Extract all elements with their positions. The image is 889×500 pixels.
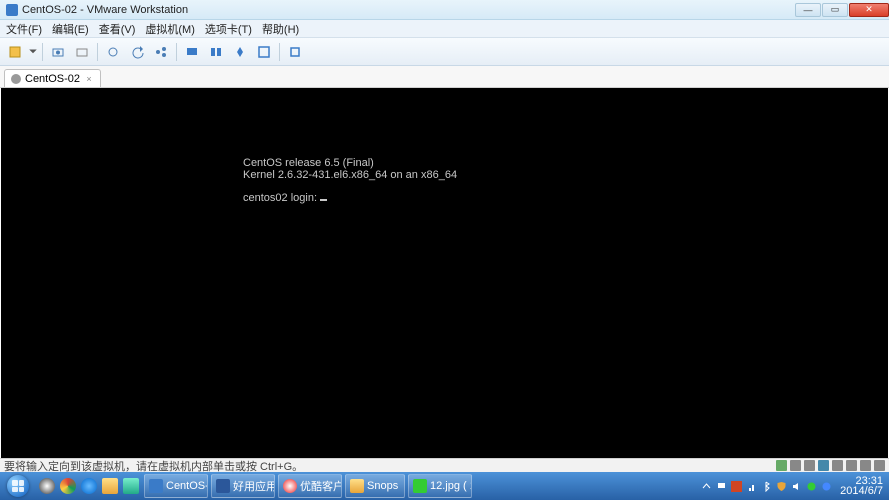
cd-icon[interactable] [790, 460, 801, 471]
task-youku[interactable]: 优酷客户端 [278, 474, 342, 498]
hdd-icon[interactable] [776, 460, 787, 471]
menu-help[interactable]: 帮助(H) [262, 21, 299, 37]
tray-ppt-icon[interactable] [731, 481, 742, 492]
menu-edit[interactable]: 编辑(E) [52, 21, 89, 37]
tray-up-icon[interactable] [701, 481, 712, 492]
pinned-desktop[interactable] [121, 475, 141, 497]
vm-tab[interactable]: CentOS-02 × [4, 69, 101, 87]
tray-bluetooth-icon[interactable] [761, 481, 772, 492]
separator [279, 43, 280, 61]
separator [176, 43, 177, 61]
power-dropdown[interactable] [28, 42, 38, 62]
fullscreen-button[interactable] [253, 42, 275, 62]
tray-network-icon[interactable] [746, 481, 757, 492]
status-bar: 要将输入定向到该虚拟机，请在虚拟机内部单击或按 Ctrl+G。 [0, 458, 889, 472]
tray-sound-icon[interactable] [791, 481, 802, 492]
vm-tab-icon [11, 74, 21, 84]
start-button[interactable] [0, 472, 36, 500]
task-word[interactable]: 好用应用系统部... [211, 474, 275, 498]
separator [97, 43, 98, 61]
menu-view[interactable]: 查看(V) [99, 21, 136, 37]
task-image[interactable]: 12.jpg ( 1600×9... [408, 474, 472, 498]
pinned-ie[interactable] [79, 475, 99, 497]
usb-icon[interactable] [832, 460, 843, 471]
tray-misc-icon[interactable] [821, 481, 832, 492]
system-tray: 23:31 2014/6/7 [701, 476, 889, 496]
pinned-chrome[interactable] [58, 475, 78, 497]
close-button[interactable]: ✕ [849, 3, 889, 17]
floppy-icon[interactable] [804, 460, 815, 471]
window-title: CentOS-02 - VMware Workstation [22, 4, 188, 16]
minimize-button[interactable]: — [795, 3, 821, 17]
power-on-button[interactable] [4, 42, 26, 62]
vm-console[interactable]: CentOS release 6.5 (Final) Kernel 2.6.32… [1, 88, 888, 462]
tray-flag-icon[interactable] [716, 481, 727, 492]
menu-file[interactable]: 文件(F) [6, 21, 42, 37]
unity-button[interactable] [229, 42, 251, 62]
separator [42, 43, 43, 61]
tray-safe-icon[interactable] [806, 481, 817, 492]
taskbar-clock[interactable]: 23:31 2014/6/7 [840, 476, 883, 496]
pinned-qq[interactable] [37, 475, 57, 497]
snapshot-manager-button[interactable] [150, 42, 172, 62]
window-titlebar: CentOS-02 - VMware Workstation — ▭ ✕ [0, 0, 889, 20]
pinned-explorer[interactable] [100, 475, 120, 497]
snapshot-button[interactable] [47, 42, 69, 62]
show-console-button[interactable] [181, 42, 203, 62]
revert-button[interactable] [71, 42, 93, 62]
clock-date: 2014/6/7 [840, 486, 883, 496]
menu-vm[interactable]: 虚拟机(M) [145, 21, 195, 37]
tab-strip: CentOS-02 × [0, 66, 889, 88]
message-icon[interactable] [874, 460, 885, 471]
cursor [320, 199, 327, 201]
menu-tabs[interactable]: 选项卡(T) [205, 21, 252, 37]
vm-tab-label: CentOS-02 [25, 73, 80, 85]
stretch-button[interactable] [284, 42, 306, 62]
task-vmware[interactable]: CentOS-02 - VM... [144, 474, 208, 498]
windows-taskbar: CentOS-02 - VM... 好用应用系统部... 优酷客户端 Snops… [0, 472, 889, 500]
tab-close-button[interactable]: × [84, 74, 94, 84]
device-icons [776, 460, 885, 471]
terminal-output: CentOS release 6.5 (Final) Kernel 2.6.32… [243, 158, 457, 205]
printer-icon[interactable] [860, 460, 871, 471]
sound-icon[interactable] [846, 460, 857, 471]
maximize-button[interactable]: ▭ [822, 3, 848, 17]
tray-shield-icon[interactable] [776, 481, 787, 492]
thumbnail-button[interactable] [205, 42, 227, 62]
app-icon [6, 4, 18, 16]
toolbar [0, 38, 889, 66]
menu-bar: 文件(F) 编辑(E) 查看(V) 虚拟机(M) 选项卡(T) 帮助(H) [0, 20, 889, 38]
snapshot-revert-button[interactable] [126, 42, 148, 62]
snapshot-take-button[interactable] [102, 42, 124, 62]
network-icon[interactable] [818, 460, 829, 471]
task-folder[interactable]: Snops [345, 474, 405, 498]
windows-logo-icon [7, 475, 29, 497]
